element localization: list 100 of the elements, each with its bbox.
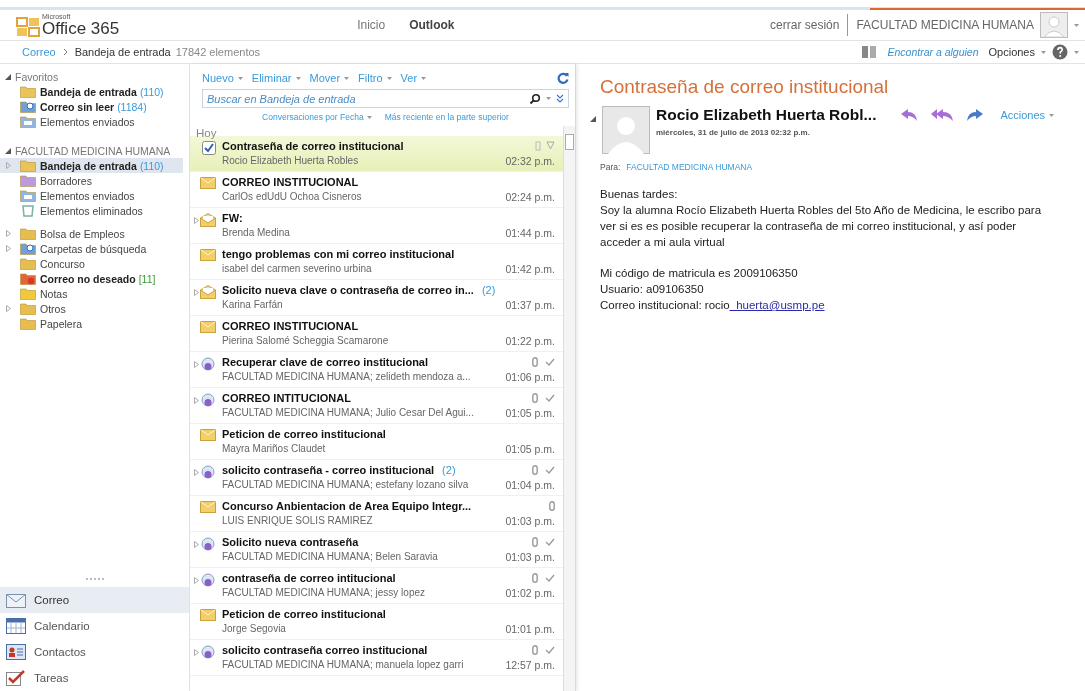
folder-item[interactable]: Notas — [0, 286, 183, 301]
refresh-icon[interactable] — [557, 72, 569, 84]
collapse-icon[interactable] — [556, 94, 564, 103]
expand-arrow-icon[interactable] — [194, 396, 199, 404]
folder-icon — [20, 272, 36, 285]
expand-arrow-icon[interactable] — [194, 468, 199, 476]
expand-arrow-icon[interactable] — [6, 245, 11, 252]
sender-avatar-icon — [602, 106, 650, 154]
avatar-icon[interactable] — [1040, 12, 1068, 38]
chevron-icon — [62, 48, 68, 56]
email-link[interactable]: _huerta@usmp.pe — [729, 299, 825, 311]
expand-arrow-icon[interactable] — [194, 288, 199, 296]
folder-item[interactable]: Bolsa de Empleos — [0, 226, 183, 241]
module-link[interactable]: Correo — [0, 587, 189, 613]
caret-icon[interactable] — [366, 115, 372, 119]
message-subject: Concurso Anbientacion de Area Equipo Integr... — [222, 499, 472, 512]
open-envelope-icon — [200, 285, 216, 299]
collapse-triangle-icon[interactable] — [5, 147, 11, 154]
expand-arrow-icon[interactable] — [194, 576, 199, 584]
folder-item[interactable]: Concurso — [0, 256, 183, 271]
message-row[interactable]: CORREO INTITUCIONAL FACULTAD MEDICINA HUMANA; Julio Cesar Del Agui... 01:05 p.m. — [190, 388, 563, 424]
expand-arrow-icon[interactable] — [194, 648, 199, 656]
message-row[interactable]: FW: Brenda Medina 01:44 p.m. — [190, 208, 563, 244]
message-row[interactable]: contraseña de correo intitucional FACULTAD MEDICINA HUMANA; jessy lopez 01:02 p.m. — [190, 568, 563, 604]
message-row[interactable]: Recuperar clave de correo institucional FACULTAD MEDICINA HUMANA; zelideth mendoza a... 01:06 p.m. — [190, 352, 563, 388]
forward-icon[interactable] — [966, 108, 985, 122]
message-row[interactable]: solicito contraseña correo institucional FACULTAD MEDICINA HUMANA; manuela lopez garri 12:57 p.m. — [190, 640, 563, 676]
folder-item[interactable]: Elementos enviados — [0, 114, 183, 129]
folder-item[interactable]: Carpetas de búsqueda — [0, 241, 183, 256]
search-folder-icon — [20, 100, 36, 113]
checkmark-icon — [545, 357, 555, 366]
body-text: Buenas tardes: — [600, 187, 679, 202]
expand-arrow-icon[interactable] — [194, 360, 199, 368]
caret-icon[interactable] — [421, 76, 427, 80]
resize-grip-icon[interactable] — [85, 578, 104, 581]
message-time: 01:02 p.m. — [505, 586, 556, 599]
help-icon[interactable] — [1052, 44, 1068, 60]
message-time: 01:05 p.m. — [505, 442, 556, 455]
caret-icon[interactable] — [344, 76, 350, 80]
collapse-triangle-icon[interactable] — [590, 116, 596, 122]
options-menu[interactable]: Opciones — [988, 46, 1035, 58]
paperclip-icon — [532, 464, 538, 475]
folder-item[interactable]: Otros — [0, 301, 183, 316]
expand-arrow-icon[interactable] — [194, 540, 199, 548]
folder-item[interactable]: Bandeja de entrada (110) — [0, 158, 183, 173]
message-row[interactable]: Peticion de correo institucional Jorge Segovia 01:01 p.m. — [190, 604, 563, 640]
calendar-icon — [6, 618, 26, 634]
message-row[interactable]: Solicito nueva clave o contraseña de correo in... (2) Karina Farfán 01:37 p.m. — [190, 280, 563, 316]
expand-arrow-icon[interactable] — [6, 305, 11, 312]
people-icon — [200, 645, 216, 659]
search-box[interactable]: Buscar en Bandeja de entrada — [202, 89, 569, 108]
module-link[interactable]: Contactos — [0, 639, 189, 665]
caret-icon[interactable] — [1049, 113, 1055, 117]
folder-item[interactable]: Elementos enviados — [0, 188, 183, 203]
caret-icon[interactable] — [295, 76, 301, 80]
folder-icon — [20, 317, 36, 330]
search-folder-icon — [20, 242, 36, 255]
folder-item[interactable]: Correo no deseado [11] — [0, 271, 183, 286]
message-row[interactable]: solicito contraseña - correo institucional (2) FACULTAD MEDICINA HUMANA; estefany lozano silva 01:04 p.m. — [190, 460, 563, 496]
caret-icon[interactable] — [237, 76, 243, 80]
folder-item[interactable]: Borradores — [0, 173, 183, 188]
caret-icon[interactable] — [386, 76, 392, 80]
favorites-header[interactable]: Favoritos — [15, 70, 59, 83]
message-subject: solicito contraseña - correo institucional — [222, 463, 435, 476]
checkbox-icon[interactable] — [202, 141, 216, 155]
reply-icon[interactable] — [900, 108, 919, 122]
message-row[interactable]: CORREO INSTITUCIONAL CarlOs edUdU Ochoa Cisneros 02:24 p.m. — [190, 172, 563, 208]
expand-arrow-icon[interactable] — [194, 216, 199, 224]
collapse-triangle-icon[interactable] — [5, 73, 11, 80]
flag-icon[interactable] — [535, 140, 555, 151]
folder-item[interactable]: Bandeja de entrada (110) — [0, 84, 183, 99]
expand-arrow-icon[interactable] — [6, 162, 11, 169]
search-icon[interactable] — [529, 92, 541, 105]
body-text: Soy la alumna Rocío Elizabeth Huerta Robles del 5to Año de Medicina, le escribo para ver si es es posible recuperar la contraseña de mi correo institucional, y así poder acceder a mi aula virtual — [600, 203, 1043, 250]
folder-item[interactable]: Elementos eliminados — [0, 203, 183, 218]
find-someone-link[interactable]: Encontrar a alguien — [887, 46, 979, 58]
nav-tab[interactable]: Inicio — [357, 18, 386, 32]
module-link[interactable]: Tareas — [0, 665, 189, 691]
message-row[interactable]: Concurso Anbientacion de Area Equipo Integr... LUIS ENRIQUE SOLIS RAMIREZ 01:03 p.m. — [190, 496, 563, 532]
message-row[interactable]: tengo problemas con mi correo institucional isabel del carmen severino urbina 01:42 p.m. — [190, 244, 563, 280]
message-row[interactable]: Solicito nueva contraseña FACULTAD MEDICINA HUMANA; Belen Saravia 01:03 p.m. — [190, 532, 563, 568]
reply-all-icon[interactable] — [930, 108, 955, 122]
expand-arrow-icon[interactable] — [6, 230, 11, 237]
caret-icon[interactable] — [1074, 23, 1079, 27]
message-row[interactable]: CORREO INSTITUCIONAL Pierina Salomé Scheggia Scamarone 01:22 p.m. — [190, 316, 563, 352]
caret-icon[interactable] — [1074, 50, 1079, 54]
signout-link[interactable]: cerrar sesión — [770, 18, 840, 32]
caret-icon[interactable] — [1041, 50, 1046, 54]
caret-icon[interactable] — [546, 97, 551, 100]
message-row[interactable]: Peticion de correo institucional Mayra Mariños Claudet 01:05 p.m. — [190, 424, 563, 460]
paperclip-icon — [549, 500, 555, 511]
message-sender: Brenda Medina — [222, 227, 290, 238]
folder-item[interactable]: Correo sin leer (1184) — [0, 99, 183, 114]
checkmark-icon — [545, 537, 555, 546]
module-link[interactable]: Calendario — [0, 613, 189, 639]
mailbox-header[interactable]: FACULTAD MEDICINA HUMANA — [15, 144, 171, 157]
scrollbar[interactable] — [563, 126, 575, 691]
nav-tab[interactable]: Outlook — [409, 18, 455, 32]
folder-item[interactable]: Papelera — [0, 316, 183, 331]
user-name[interactable]: FACULTAD MEDICINA HUMANA — [856, 18, 1034, 32]
